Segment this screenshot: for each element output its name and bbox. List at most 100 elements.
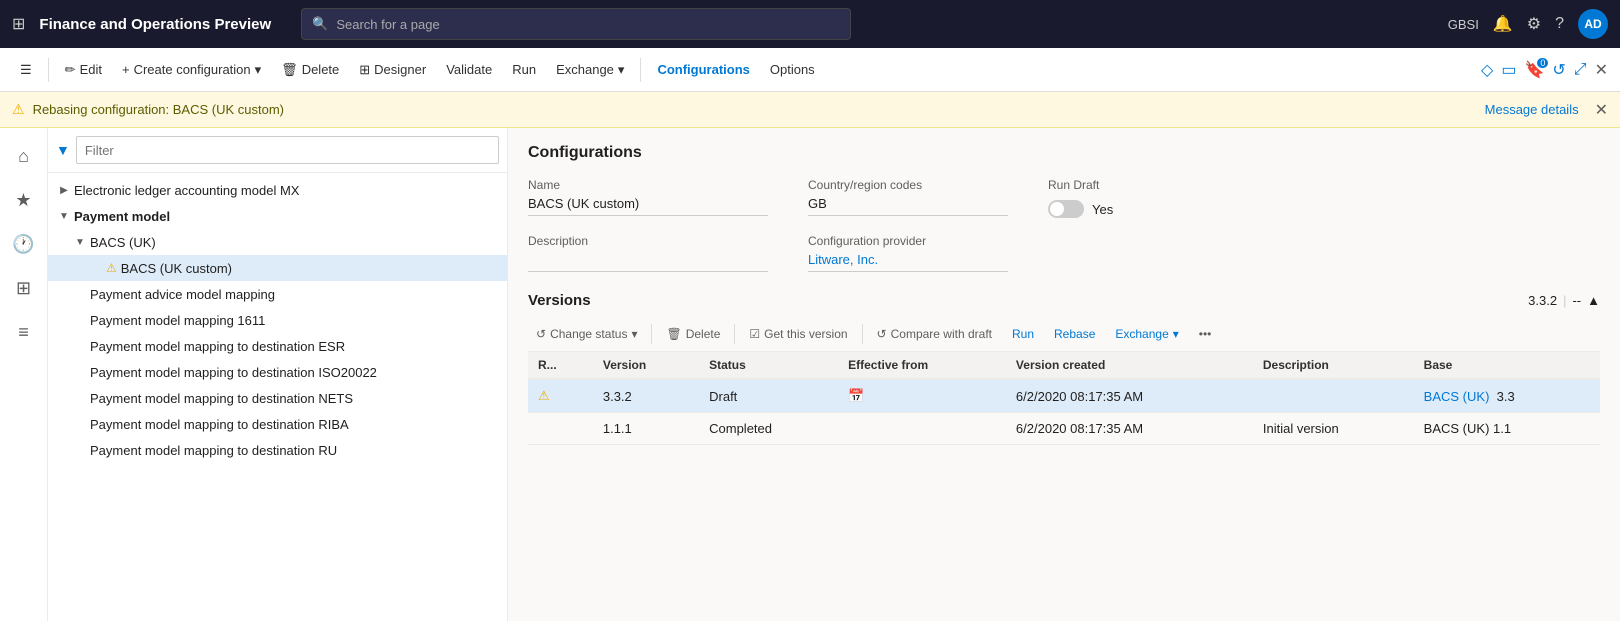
app-title: Finance and Operations Preview (39, 16, 271, 33)
description-value (528, 252, 768, 272)
tree-item-label: Payment model mapping 1611 (90, 313, 265, 328)
cell-effective-from (838, 413, 1006, 445)
tree-item-7[interactable]: Payment model mapping to destination ESR (48, 333, 507, 359)
create-config-button[interactable]: + Create configuration ▾ (114, 58, 269, 82)
cell-version-created: 6/2/2020 08:17:35 AM (1006, 379, 1253, 413)
exchange-button[interactable]: Exchange ▾ (548, 58, 632, 82)
tree-item-label: Payment model mapping to destination RIB… (90, 417, 349, 432)
versions-toolbar: ↺ Change status ▾ 🗑 Delete ☑ Get this ve… (528, 317, 1600, 352)
cell-effective-from: 📅 (838, 379, 1006, 413)
options-button[interactable]: Options (762, 58, 823, 81)
grid-icon[interactable]: ⊞ (12, 14, 25, 34)
version-dash: -- (1572, 293, 1581, 308)
tree-item-9[interactable]: Payment model mapping to destination NET… (48, 385, 507, 411)
toolbar-sep-1 (48, 58, 49, 82)
cell-status: Draft (699, 379, 838, 413)
compare-with-draft-button[interactable]: ↺ Compare with draft (869, 323, 1000, 345)
tree-item-1[interactable]: ▶Electronic ledger accounting model MX (48, 177, 507, 203)
avatar[interactable]: AD (1578, 9, 1608, 39)
workspaces-icon[interactable]: ⊞ (4, 268, 44, 308)
tree-arrow-spacer (72, 442, 88, 458)
nav-menu-button[interactable]: ☰ (12, 58, 40, 82)
refresh-small-icon: ↺ (536, 327, 546, 341)
get-this-version-button[interactable]: ☑ Get this version (741, 323, 855, 345)
versions-version-display: 3.3.2 | -- ▲ (1528, 293, 1600, 308)
calendar-icon[interactable]: 📅 (848, 388, 864, 403)
cell-base: BACS (UK) 1.1 (1414, 413, 1600, 445)
cell-r (528, 413, 593, 445)
warn-icon: ⚠ (106, 261, 117, 275)
cell-version: 3.3.2 (593, 379, 699, 413)
tree-item-4[interactable]: ⚠ BACS (UK custom) (48, 255, 507, 281)
tree-item-label: BACS (UK custom) (121, 261, 232, 276)
tree-item-10[interactable]: Payment model mapping to destination RIB… (48, 411, 507, 437)
diamond-icon[interactable]: ◇ (1481, 60, 1493, 80)
favorites-icon[interactable]: ★ (4, 180, 44, 220)
banner-close-button[interactable]: ✕ (1595, 100, 1608, 120)
home-icon[interactable]: ⌂ (4, 136, 44, 176)
validate-button[interactable]: Validate (438, 58, 500, 81)
name-label: Name (528, 178, 768, 192)
versions-run-button[interactable]: Run (1004, 323, 1042, 345)
main-toolbar: ☰ ✏ Edit + Create configuration ▾ 🗑 Dele… (0, 48, 1620, 92)
version-sep: | (1563, 293, 1566, 308)
versions-delete-button[interactable]: 🗑 Delete (658, 323, 728, 345)
close-icon[interactable]: ✕ (1595, 60, 1608, 80)
refresh-icon[interactable]: ↺ (1552, 60, 1565, 80)
rebase-button[interactable]: Rebase (1046, 323, 1103, 345)
tree-item-label: Electronic ledger accounting model MX (74, 183, 299, 198)
banner-message: Rebasing configuration: BACS (UK custom) (33, 102, 284, 117)
versions-header: Versions 3.3.2 | -- ▲ (528, 292, 1600, 309)
warning-icon: ⚠ (12, 101, 25, 118)
message-details-link[interactable]: Message details (1485, 102, 1579, 117)
tree-item-8[interactable]: Payment model mapping to destination ISO… (48, 359, 507, 385)
run-button[interactable]: Run (504, 58, 544, 81)
delete-icon: 🗑 (281, 62, 298, 78)
main-layout: ⌂ ★ 🕐 ⊞ ≡ ▼ ▶Electronic ledger accountin… (0, 128, 1620, 621)
tree-item-6[interactable]: Payment model mapping 1611 (48, 307, 507, 333)
delete-button[interactable]: 🗑 Delete (273, 58, 347, 82)
version-up-icon[interactable]: ▲ (1587, 293, 1600, 308)
layout-icon[interactable]: ▭ (1501, 60, 1516, 80)
tree-item-label: Payment model mapping to destination RU (90, 443, 337, 458)
tree-item-label: Payment model mapping to destination ESR (90, 339, 345, 354)
description-field: Description (528, 234, 768, 272)
filter-icon[interactable]: ▼ (56, 142, 70, 158)
designer-button[interactable]: ⊞ Designer (351, 58, 434, 82)
settings-icon[interactable]: ⚙ (1527, 14, 1541, 34)
recent-icon[interactable]: 🕐 (4, 224, 44, 264)
versions-exchange-button[interactable]: Exchange ▾ (1107, 323, 1186, 345)
modules-icon[interactable]: ≡ (4, 312, 44, 352)
plus-icon: + (122, 62, 130, 77)
configurations-button[interactable]: Configurations (649, 58, 757, 81)
exchange-chevron-icon: ▾ (1173, 327, 1179, 341)
config-provider-link[interactable]: Litware, Inc. (808, 252, 1008, 272)
run-draft-toggle[interactable] (1048, 200, 1084, 218)
table-row[interactable]: 1.1.1Completed6/2/2020 08:17:35 AMInitia… (528, 413, 1600, 445)
tree-item-11[interactable]: Payment model mapping to destination RU (48, 437, 507, 463)
help-icon[interactable]: ? (1555, 15, 1564, 33)
base-link[interactable]: BACS (UK) (1424, 389, 1490, 404)
vsep-1 (651, 324, 652, 344)
tree-item-2[interactable]: ▼Payment model (48, 203, 507, 229)
edit-button[interactable]: ✏ Edit (57, 58, 110, 82)
bookmark-icon[interactable]: 🔖0 (1524, 60, 1544, 80)
table-row[interactable]: ⚠3.3.2Draft📅6/2/2020 08:17:35 AMBACS (UK… (528, 379, 1600, 413)
search-placeholder: Search for a page (336, 17, 439, 32)
tree-arrow-spacer (88, 260, 104, 276)
config-provider-field: Configuration provider Litware, Inc. (808, 234, 1008, 272)
tree-item-3[interactable]: ▼BACS (UK) (48, 229, 507, 255)
filter-input[interactable] (76, 136, 499, 164)
vsep-2 (734, 324, 735, 344)
name-value: BACS (UK custom) (528, 196, 768, 216)
search-bar[interactable]: 🔍 Search for a page (301, 8, 851, 40)
change-status-button[interactable]: ↺ Change status ▾ (528, 323, 645, 345)
tree-item-5[interactable]: Payment advice model mapping (48, 281, 507, 307)
notification-icon[interactable]: 🔔 (1493, 14, 1513, 34)
more-button[interactable]: ••• (1191, 323, 1220, 345)
col-base: Base (1414, 352, 1600, 379)
cell-description (1253, 379, 1414, 413)
expand-icon[interactable]: ⤢ (1574, 61, 1587, 79)
country-value: GB (808, 196, 1008, 216)
top-bar: ⊞ Finance and Operations Preview 🔍 Searc… (0, 0, 1620, 48)
